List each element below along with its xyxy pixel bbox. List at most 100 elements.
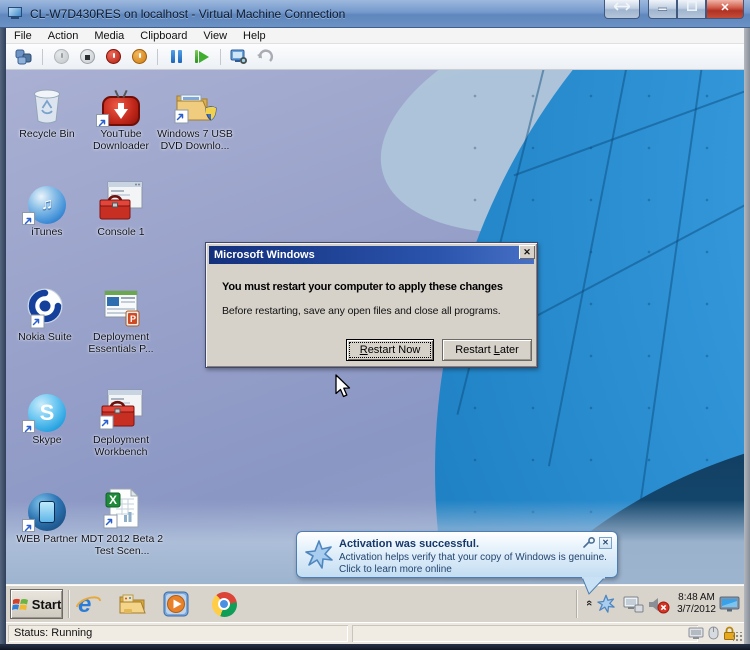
folder-icon [119,594,146,614]
quicklaunch-chrome[interactable] [210,590,238,618]
status-mouse-icon [708,626,719,640]
menu-bar: File Action Media Clipboard View Help [6,28,744,44]
desktop-icon-mdt-2012[interactable]: X MDT 2012 Beta 2 Test Scen... [80,487,164,557]
minimize-icon [657,7,668,11]
shortcut-arrow-icon [96,114,109,127]
youtube-downloader-icon [82,82,160,127]
stop-icon [79,49,95,64]
menu-help[interactable]: Help [235,28,274,44]
tray-volume-muted-icon[interactable] [648,596,670,614]
tray-display-icon[interactable] [719,596,740,613]
reset-icon [194,50,199,63]
dialog-titlebar[interactable]: Microsoft Windows [209,246,534,264]
restart-now-button[interactable]: Restart Now [346,339,434,361]
nokia-suite-icon [6,285,84,329]
quicklaunch-windows-explorer[interactable] [118,590,146,618]
vm-connection-window: CL-W7D430RES on localhost - Virtual Mach… [0,0,750,650]
save-state-icon [131,49,147,64]
tray-activation-star-icon[interactable] [596,594,616,614]
revert-button[interactable] [255,47,275,67]
clock-time: 8:48 AM [678,592,715,603]
toolbox-icon [82,388,160,432]
tray-network-icon[interactable] [622,596,644,614]
turn-off-button[interactable] [77,47,97,67]
balloon-close-button[interactable]: ✕ [599,537,612,549]
toolbar-separator [42,48,43,65]
close-icon: ✕ [523,247,531,257]
left-right-arrows-icon [613,2,631,11]
reset-button[interactable] [192,47,212,67]
desktop-icon-youtube-downloader[interactable]: YouTube Downloader [82,82,160,152]
status-display-icon [688,627,704,639]
power-disabled-icon [53,49,69,64]
console-window-icon [82,180,160,224]
minimize-button[interactable] [648,0,677,19]
pause-icon [177,50,182,63]
close-icon: ✕ [720,2,730,14]
desktop-icon-itunes[interactable]: ♫ iTunes [8,180,86,238]
document-powerpoint-icon: P [82,285,160,329]
desktop-icon-windows7-usb-dvd[interactable]: Windows 7 USB DVD Downlo... [156,82,234,152]
folder-shield-icon [156,82,234,126]
save-state-button[interactable] [129,47,149,67]
tray-clock[interactable]: 8:48 AM 3/7/2012 [677,592,716,616]
restart-dialog: Microsoft Windows ✕ You must restart you… [205,242,538,368]
shortcut-arrow-icon [22,519,35,532]
quicklaunch-media-player[interactable] [162,590,190,618]
close-button[interactable]: ✕ [706,0,744,19]
menu-clipboard[interactable]: Clipboard [132,28,195,44]
vm-toolbar [6,44,744,70]
window-title: CL-W7D430RES on localhost - Virtual Mach… [30,6,346,21]
shut-down-button[interactable] [103,47,123,67]
hidden-icons-chevron[interactable]: « [583,600,595,606]
maximize-button[interactable] [677,0,706,19]
close-icon: ✕ [602,538,609,547]
toolbar-separator [157,48,158,65]
chrome-icon [211,591,237,617]
restart-later-button[interactable]: Restart Later [442,339,532,361]
desktop-icon-web-partner[interactable]: WEB Partner [8,487,86,545]
menu-action[interactable]: Action [40,28,87,44]
svg-text:e: e [78,591,91,617]
desktop-icon-deployment-workbench[interactable]: Deployment Workbench [82,388,160,458]
ctrl-alt-del-button[interactable] [14,47,34,67]
mouse-cursor [335,374,351,398]
media-player-icon [163,591,189,617]
shutdown-icon [105,49,121,64]
balloon-settings-button[interactable] [582,537,595,549]
start-button[interactable]: Start [10,589,63,619]
web-partner-icon [8,487,86,532]
window-border [0,28,6,644]
toolbar-separator [220,48,221,65]
start-vm-button[interactable] [51,47,71,67]
menu-media[interactable]: Media [86,28,132,44]
desktop-icon-console1[interactable]: Console 1 [82,180,160,238]
balloon-link[interactable]: Click to learn more online [339,564,452,575]
shortcut-arrow-icon [22,420,35,433]
pause-icon [170,50,175,63]
activation-star-icon [305,540,333,569]
balloon-body: Activation helps verify that your copy o… [339,552,607,563]
pause-button[interactable] [166,47,186,67]
desktop-icon-recycle-bin[interactable]: Recycle Bin [8,82,86,140]
taskbar-divider [68,590,70,618]
dialog-close-button[interactable]: ✕ [519,245,535,259]
snapshot-button[interactable] [229,47,249,67]
recycle-bin-icon [8,82,86,126]
window-border [0,644,750,650]
balloon-tail [581,577,606,595]
svg-text:P: P [130,314,136,324]
window-border [744,28,750,644]
menu-view[interactable]: View [195,28,235,44]
quicklaunch-internet-explorer[interactable]: e [74,590,102,618]
menu-file[interactable]: File [6,28,40,44]
snapshot-icon [230,49,247,64]
resize-grip[interactable] [733,632,743,642]
excel-document-icon: X [80,487,164,531]
shortcut-arrow-icon [22,212,35,225]
desktop-icon-nokia-suite[interactable]: Nokia Suite [6,285,84,343]
vm-taskbar: Start e « 8:48 AM 3/7/2012 [6,584,744,622]
resize-arrows-button[interactable] [604,0,640,19]
desktop-icon-skype[interactable]: S Skype [8,388,86,446]
desktop-icon-deployment-essentials[interactable]: P Deployment Essentials P... [82,285,160,355]
